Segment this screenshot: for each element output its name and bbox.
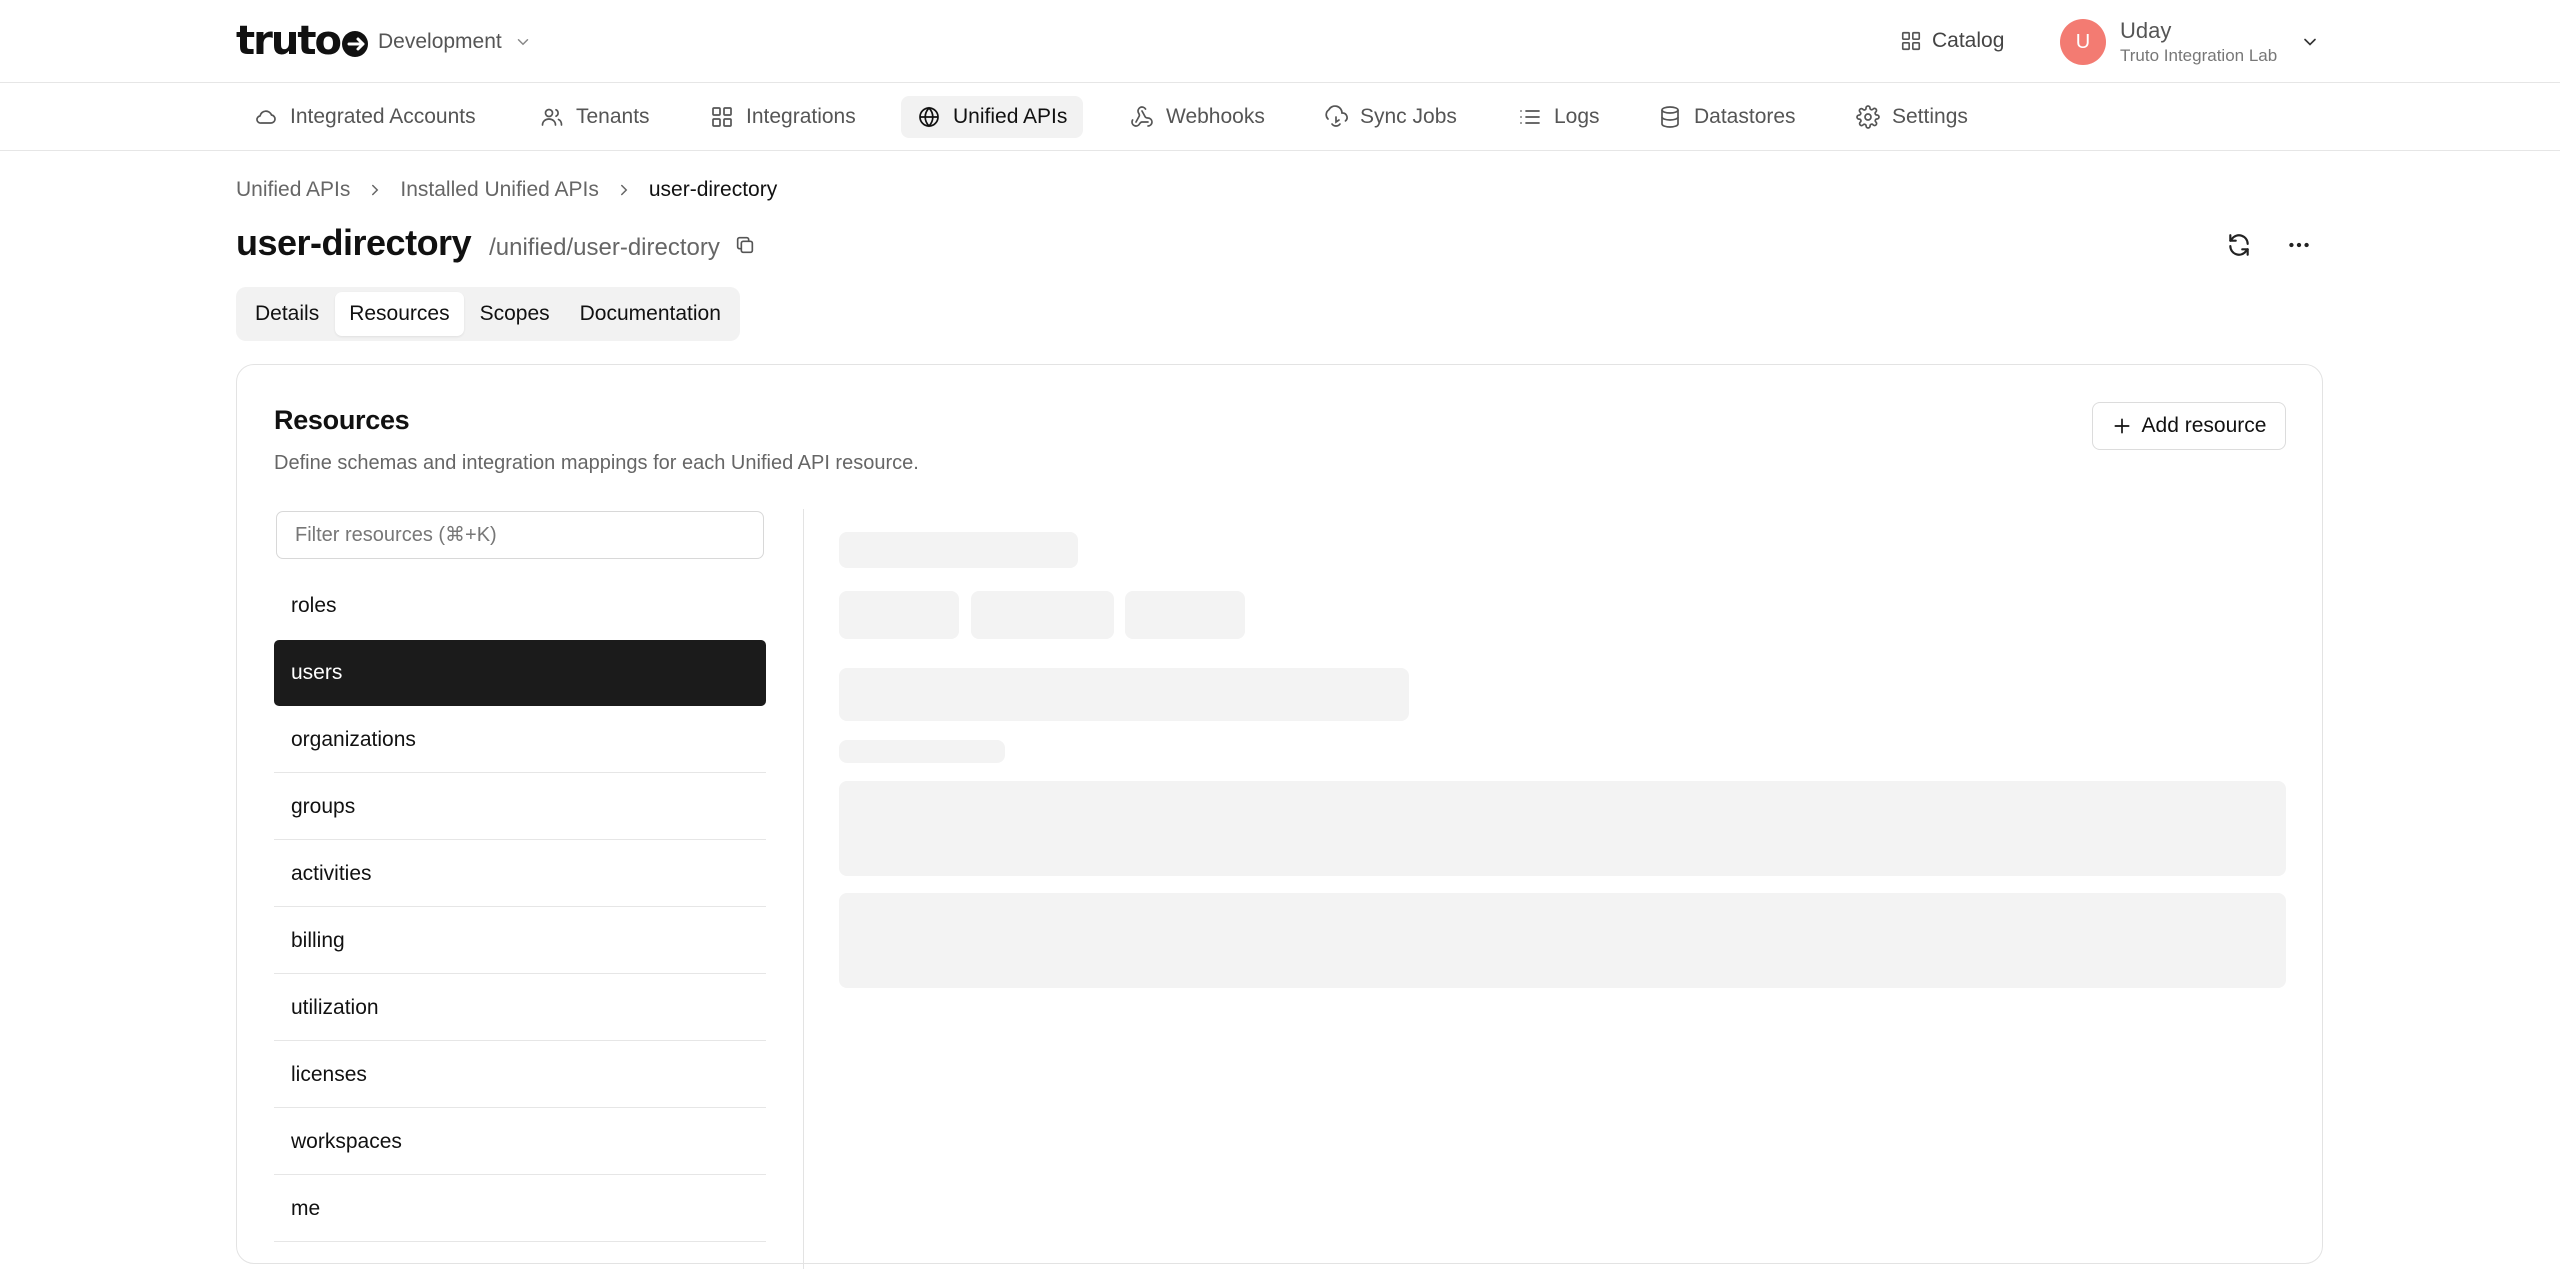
logo-mark-icon	[341, 31, 368, 57]
grid-icon	[1901, 31, 1921, 51]
tab-details[interactable]: Details	[241, 292, 333, 336]
main-nav: Integrated Accounts Tenants Integrations…	[0, 84, 2560, 151]
breadcrumb-item-installed-unified-apis[interactable]: Installed Unified APIs	[400, 178, 598, 202]
chevron-right-icon	[366, 181, 384, 199]
resource-item-organizations[interactable]: organizations	[274, 707, 766, 773]
tab-resources[interactable]: Resources	[335, 292, 464, 336]
sync-icon	[1325, 105, 1348, 127]
page-header: user-directory /unified/user-directory	[236, 222, 756, 268]
filter-resources-input[interactable]	[276, 511, 764, 559]
breadcrumb: Unified APIs Installed Unified APIs user…	[236, 175, 777, 205]
more-options-button[interactable]	[2282, 228, 2316, 262]
refresh-icon	[2229, 234, 2249, 256]
database-icon	[1661, 106, 1679, 128]
resources-card: Resources Define schemas and integration…	[236, 364, 2323, 1269]
nav-item-logs[interactable]: Logs	[1502, 96, 1616, 138]
catalog-button[interactable]: Catalog	[1900, 26, 2004, 56]
resource-item-billing[interactable]: billing	[274, 908, 766, 974]
skeleton-tab	[971, 591, 1114, 639]
skeleton-tab	[1125, 591, 1245, 639]
nav-label: Sync Jobs	[1360, 105, 1457, 128]
nav-item-integrated-accounts[interactable]: Integrated Accounts	[238, 96, 492, 138]
panel-divider	[803, 509, 804, 1269]
globe-icon	[919, 106, 939, 128]
page-path: /unified/user-directory	[489, 234, 720, 261]
nav-label: Unified APIs	[953, 105, 1068, 128]
resource-item-groups[interactable]: groups	[274, 774, 766, 840]
add-resource-button[interactable]: Add resource	[2092, 402, 2286, 450]
skeleton-label	[839, 740, 1005, 763]
resource-item-utilization[interactable]: utilization	[274, 975, 766, 1041]
nav-label: Tenants	[576, 105, 650, 128]
top-bar: truto Development Catalog U Uday Truto I…	[0, 0, 2560, 83]
webhook-icon	[1131, 106, 1153, 127]
refresh-button[interactable]	[2222, 228, 2256, 262]
grid-icon	[712, 107, 732, 127]
nav-label: Integrations	[746, 105, 856, 128]
environment-switcher[interactable]: Development	[378, 28, 532, 56]
resources-description: Define schemas and integration mappings …	[274, 452, 919, 474]
resource-item-activities[interactable]: activities	[274, 841, 766, 907]
nav-item-settings[interactable]: Settings	[1840, 96, 1984, 138]
logo-wordmark: truto	[236, 18, 342, 64]
tab-scopes[interactable]: Scopes	[466, 292, 564, 336]
environment-label: Development	[378, 30, 502, 53]
skeleton-field	[839, 668, 1409, 721]
gear-icon	[1856, 105, 1880, 129]
avatar: U	[2060, 19, 2106, 65]
user-name: Uday	[2120, 18, 2172, 43]
resources-title: Resources	[274, 405, 410, 435]
nav-item-datastores[interactable]: Datastores	[1642, 96, 1812, 138]
resource-item-roles[interactable]: roles	[274, 573, 766, 639]
skeleton-title	[839, 532, 1078, 568]
breadcrumb-item-unified-apis[interactable]: Unified APIs	[236, 178, 350, 202]
users-icon	[541, 108, 563, 126]
truto-logo[interactable]: truto	[236, 18, 377, 64]
user-menu[interactable]: U Uday Truto Integration Lab	[2060, 16, 2316, 68]
nav-label: Webhooks	[1166, 105, 1265, 128]
add-resource-label: Add resource	[2141, 414, 2267, 437]
nav-label: Settings	[1892, 105, 1968, 128]
nav-item-integrations[interactable]: Integrations	[694, 96, 872, 138]
user-org: Truto Integration Lab	[2120, 46, 2278, 65]
page-tabs: Details Resources Scopes Documentation	[236, 287, 740, 341]
nav-label: Datastores	[1694, 105, 1796, 128]
resource-list: roles users organizations groups activit…	[274, 573, 766, 1243]
chevron-down-icon	[517, 39, 528, 46]
chevron-down-icon	[2304, 38, 2316, 46]
catalog-label: Catalog	[1932, 29, 2005, 52]
nav-item-sync-jobs[interactable]: Sync Jobs	[1308, 96, 1473, 138]
resource-item-users[interactable]: users	[274, 640, 766, 706]
nav-item-webhooks[interactable]: Webhooks	[1114, 96, 1281, 138]
skeleton-block	[839, 893, 2286, 988]
plus-icon	[2114, 418, 2130, 434]
skeleton-block	[839, 781, 2286, 876]
nav-item-unified-apis[interactable]: Unified APIs	[901, 96, 1084, 138]
nav-item-tenants[interactable]: Tenants	[524, 96, 666, 138]
resource-item-workspaces[interactable]: workspaces	[274, 1109, 766, 1175]
page-title: user-directory	[236, 222, 472, 263]
list-icon	[1520, 110, 1540, 124]
breadcrumb-item-current: user-directory	[648, 178, 778, 201]
skeleton-tab	[839, 591, 959, 639]
chevron-right-icon	[615, 181, 633, 199]
nav-label: Logs	[1554, 105, 1600, 128]
nav-label: Integrated Accounts	[290, 105, 476, 128]
copy-icon[interactable]	[734, 234, 756, 256]
more-horizontal-icon	[2289, 242, 2309, 248]
tab-documentation[interactable]: Documentation	[566, 292, 735, 336]
resource-item-me[interactable]: me	[274, 1176, 766, 1242]
resource-item-licenses[interactable]: licenses	[274, 1042, 766, 1108]
cloud-icon	[256, 110, 276, 124]
